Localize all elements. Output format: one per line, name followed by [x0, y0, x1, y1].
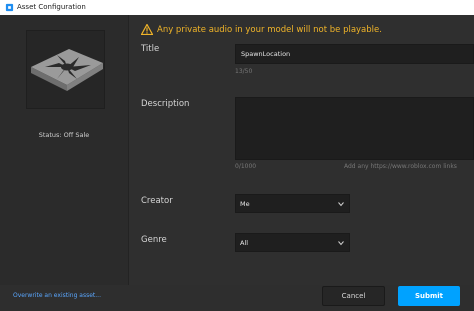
chevron-down-icon	[338, 241, 344, 246]
submit-button[interactable]: Submit	[398, 286, 460, 306]
creator-dropdown[interactable]: Me	[235, 194, 350, 213]
title-input[interactable]: SpawnLocation	[235, 44, 474, 64]
title-char-count: 13/50	[235, 68, 253, 75]
overwrite-existing-asset-link[interactable]: Overwrite an existing asset...	[13, 292, 101, 299]
window-title: Asset Configuration	[17, 3, 86, 11]
roblox-studio-icon	[5, 3, 14, 12]
description-char-count: 0/1000	[235, 163, 257, 170]
cancel-button[interactable]: Cancel	[322, 286, 385, 306]
window-titlebar[interactable]: Asset Configuration	[0, 0, 474, 15]
genre-label: Genre	[141, 235, 167, 245]
warning-text: Any private audio in your model will not…	[157, 25, 382, 35]
creator-label: Creator	[141, 196, 173, 206]
creator-selected-value: Me	[240, 200, 250, 208]
title-input-value: SpawnLocation	[241, 50, 291, 58]
title-label: Title	[141, 44, 160, 54]
asset-thumbnail	[26, 30, 105, 109]
genre-selected-value: All	[240, 239, 249, 247]
description-input[interactable]	[235, 97, 474, 160]
genre-dropdown[interactable]: All	[235, 233, 350, 252]
description-hint: Add any https://www.roblox.com links	[344, 163, 457, 170]
description-label: Description	[141, 99, 190, 109]
asset-status: Status: Off Sale	[38, 131, 90, 139]
spawn-location-preview-image	[31, 49, 103, 91]
chevron-down-icon	[338, 202, 344, 207]
warning-triangle-icon	[141, 24, 153, 35]
